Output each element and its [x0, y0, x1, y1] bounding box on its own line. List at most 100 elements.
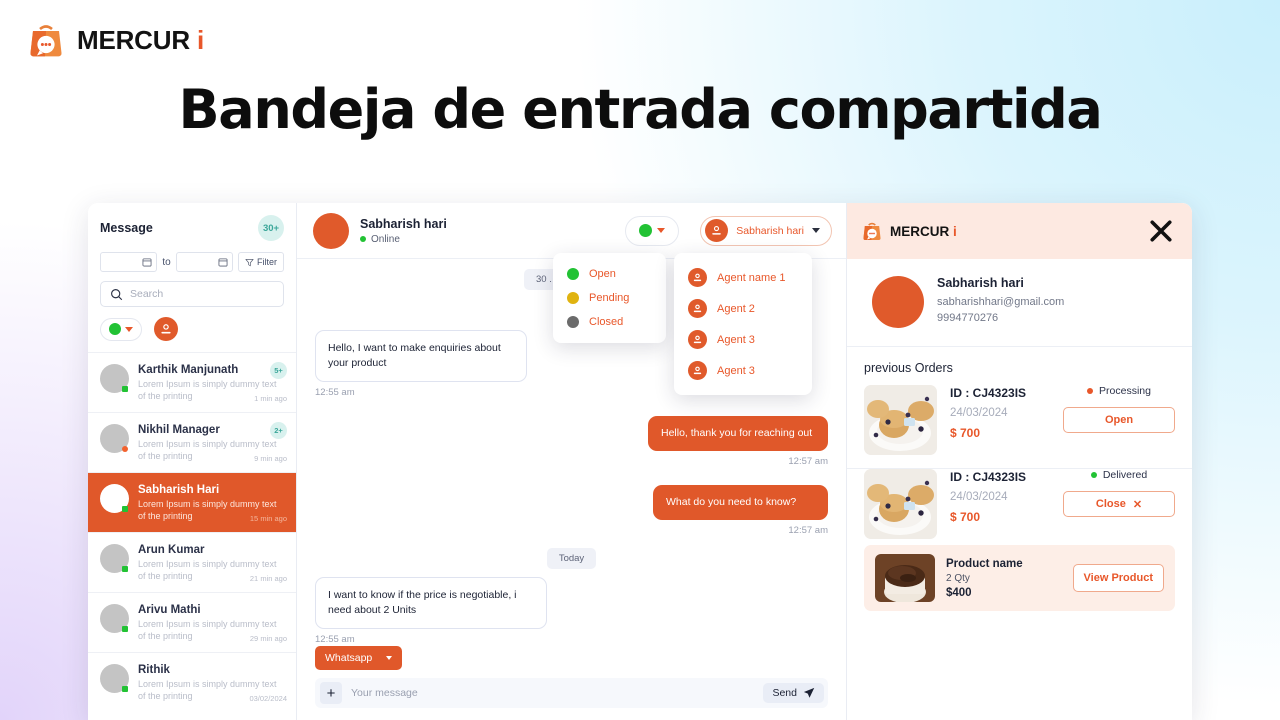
shopping-bag-chat-icon [863, 222, 881, 241]
user-icon [688, 330, 707, 349]
status-filter-dropdown[interactable] [100, 317, 142, 341]
channel-selector-whatsapp[interactable]: Whatsapp [315, 646, 403, 670]
app-logo: MERCUR i [26, 20, 204, 60]
status-dot-open-icon [567, 268, 579, 280]
avatar [100, 484, 129, 513]
menu-item-agent[interactable]: Agent 2 [674, 293, 812, 324]
message-timestamp: 12:55 am [315, 634, 355, 645]
calendar-icon [218, 258, 228, 267]
chevron-down-icon [386, 656, 393, 660]
assigned-agent-dropdown[interactable]: Sabharish hari [700, 215, 832, 246]
list-item[interactable]: Karthik Manjunath Lorem Ipsum is simply … [88, 352, 296, 412]
list-item-selected[interactable]: Sabharish Hari Lorem Ipsum is simply dum… [88, 472, 296, 532]
user-icon [688, 361, 707, 380]
user-icon [688, 268, 707, 287]
day-separator-chip: Today [546, 548, 597, 569]
app-window: Message 30+ to Filter Search Karthik Man… [88, 203, 1192, 720]
contact-name: Nikhil Manager [138, 424, 220, 436]
timestamp: 15 min ago [249, 514, 287, 523]
filter-label: Filter [257, 257, 277, 267]
status-dropdown-menu[interactable]: Open Pending Closed [553, 253, 666, 343]
contact-name: Arivu Mathi [138, 604, 201, 616]
search-input[interactable]: Search [100, 281, 284, 307]
customer-email: sabharishhari@gmail.com [937, 296, 1065, 308]
message-timestamp: 12:57 am [788, 456, 828, 467]
timestamp: 9 min ago [254, 454, 287, 463]
filter-button[interactable]: Filter [238, 252, 284, 272]
search-icon [111, 288, 123, 300]
presence-dot-icon [122, 566, 128, 572]
menu-item-agent[interactable]: Agent 3 [674, 324, 812, 355]
user-icon [688, 299, 707, 318]
order-status: Delivered [1063, 469, 1175, 481]
product-price: $400 [946, 586, 972, 599]
conversation-list[interactable]: Karthik Manjunath Lorem Ipsum is simply … [88, 352, 296, 720]
message-timestamp: 12:57 am [788, 525, 828, 536]
timestamp: 21 min ago [249, 574, 287, 583]
customer-contact-card: Sabharish hari sabharishhari@gmail.com 9… [847, 259, 1192, 347]
channel-label: Whatsapp [325, 652, 373, 664]
list-item[interactable]: Arivu Mathi Lorem Ipsum is simply dummy … [88, 592, 296, 652]
send-label: Send [772, 687, 797, 699]
order-status: Processing [1063, 385, 1175, 397]
add-attachment-button[interactable]: + [320, 682, 342, 704]
brand-name: MERCUR i [77, 24, 204, 55]
chat-panel: Sabharish hari Online Sabharish hari Ope… [297, 203, 847, 720]
menu-item-agent[interactable]: Agent 3 [674, 355, 812, 386]
contact-name: Arun Kumar [138, 544, 205, 556]
user-icon [705, 219, 729, 242]
list-item[interactable]: Arun Kumar Lorem Ipsum is simply dummy t… [88, 532, 296, 592]
agent-dropdown-menu[interactable]: Agent name 1 Agent 2 Agent 3 Agent 3 [674, 253, 812, 395]
sidebar-filter-row [100, 317, 284, 352]
page-title: Bandeja de entrada compartida [178, 78, 1103, 141]
close-icon[interactable] [1147, 217, 1175, 245]
timestamp: 29 min ago [249, 634, 287, 643]
menu-item-closed[interactable]: Closed [553, 310, 666, 334]
order-price: $ 700 [950, 510, 981, 524]
search-placeholder: Search [130, 288, 164, 300]
menu-item-agent[interactable]: Agent name 1 [674, 262, 812, 293]
product-name: Product name [946, 557, 1023, 570]
message-input-bar[interactable]: + Your message Send [315, 678, 828, 708]
shopping-bag-chat-icon [26, 20, 66, 60]
date-to-input[interactable] [175, 252, 233, 272]
message-row-outgoing: Hello, thank you for reaching out 12:57 … [315, 416, 828, 467]
product-card: Product name 2 Qty $400 View Product [864, 545, 1175, 611]
agent-filter-button[interactable] [154, 317, 178, 341]
status-dot-green-icon [639, 224, 653, 237]
conversation-sidebar: Message 30+ to Filter Search Karthik Man… [88, 203, 297, 720]
presence-dot-icon [122, 446, 128, 452]
send-button[interactable]: Send [763, 683, 824, 703]
avatar [100, 364, 129, 393]
customer-details-panel: MERCUR i Sabharish hari sabharishhari@gm… [847, 203, 1192, 720]
date-filter-row: to Filter [100, 252, 284, 272]
avatar [313, 212, 349, 249]
timestamp: 1 min ago [254, 394, 287, 403]
panel-logo: MERCUR i [861, 220, 957, 242]
menu-item-pending[interactable]: Pending [553, 286, 666, 310]
panel-brand-name: MERCUR i [890, 223, 957, 239]
panel-header: MERCUR i [847, 203, 1192, 259]
product-thumbnail [875, 554, 935, 602]
message-input-placeholder[interactable]: Your message [351, 687, 754, 699]
message-count-badge: 30+ [258, 215, 284, 241]
chat-header: Sabharish hari Online Sabharish hari [297, 203, 846, 259]
date-range-to-label: to [162, 256, 171, 268]
order-close-button[interactable]: Close ✕ [1063, 491, 1175, 517]
order-open-button[interactable]: Open [1063, 407, 1175, 433]
unread-badge: 5+ [270, 362, 287, 379]
list-item[interactable]: Nikhil Manager Lorem Ipsum is simply dum… [88, 412, 296, 472]
list-item[interactable]: Rithik Lorem Ipsum is simply dummy text o… [88, 652, 296, 712]
date-from-input[interactable] [100, 252, 158, 272]
avatar [100, 664, 129, 693]
status-dot-icon [1090, 472, 1097, 478]
avatar [100, 604, 129, 633]
message-bubble-outgoing: What do you need to know? [653, 485, 828, 520]
sidebar-title-row: Message 30+ [100, 215, 284, 241]
contact-name: Sabharish Hari [138, 484, 220, 496]
conversation-status-dropdown[interactable] [625, 215, 680, 246]
chevron-down-icon [125, 326, 133, 332]
calendar-icon [142, 258, 152, 267]
menu-item-open[interactable]: Open [553, 262, 666, 286]
view-product-button[interactable]: View Product [1072, 564, 1164, 592]
